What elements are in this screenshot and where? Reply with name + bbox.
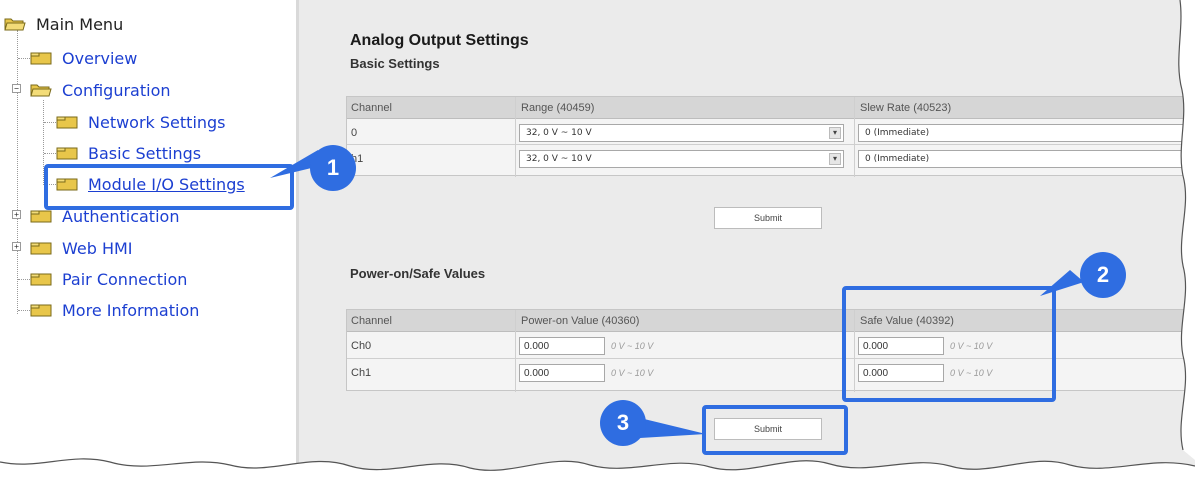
torn-edge-decoration [0,0,1195,482]
